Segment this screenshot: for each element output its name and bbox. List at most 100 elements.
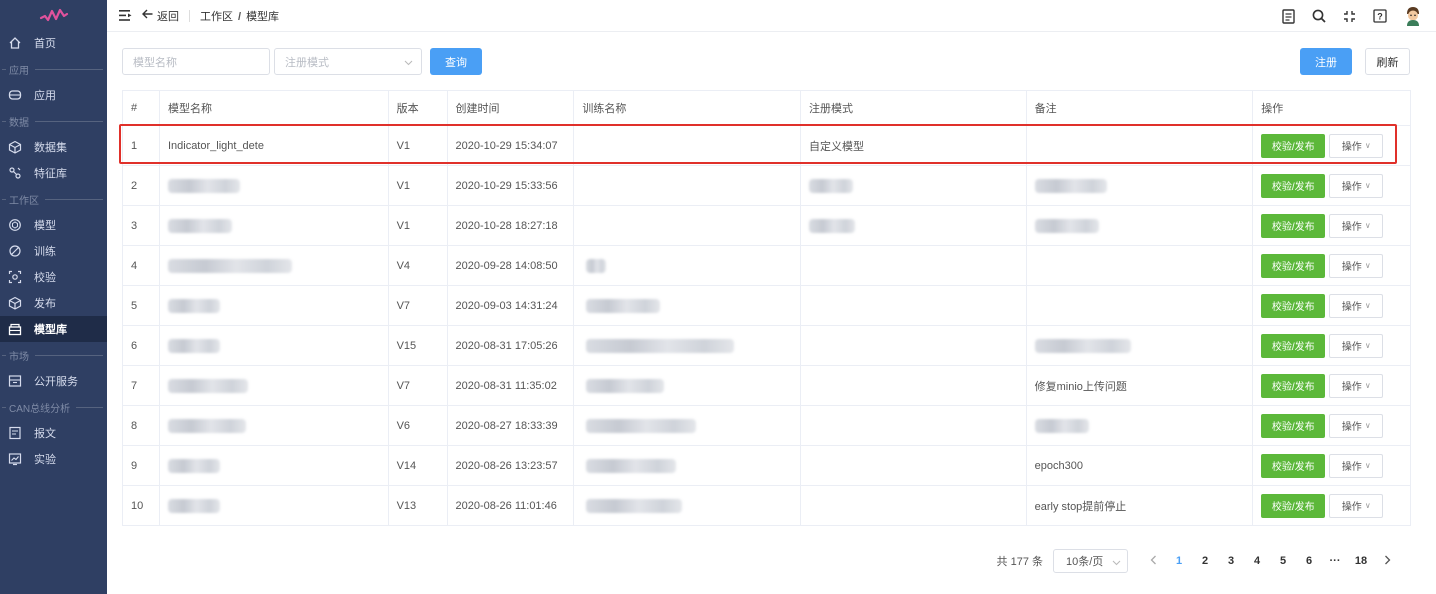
model-name-input[interactable]: 模型名称 bbox=[122, 48, 270, 75]
register-button[interactable]: 注册 bbox=[1300, 48, 1352, 75]
sidebar-item[interactable]: 报文 bbox=[0, 420, 107, 446]
group-divider bbox=[76, 406, 103, 408]
page-number[interactable]: 3 bbox=[1218, 555, 1244, 567]
breadcrumb-item-workspace[interactable]: 工作区 bbox=[200, 11, 233, 23]
table-cell: V15 bbox=[389, 326, 448, 365]
fullscreen-icon[interactable] bbox=[1343, 10, 1356, 23]
query-button[interactable]: 查询 bbox=[430, 48, 482, 75]
verify-publish-button[interactable]: 校验/发布 bbox=[1261, 253, 1326, 278]
sidebar: 首页 应用 应用 数据 数据集 特征库 工作区 模型 训练 校验 发布 模型库 市场 公开服务 CAN总线分… bbox=[0, 0, 107, 594]
back-button[interactable]: 返回 bbox=[142, 8, 179, 24]
table-row[interactable]: 8 V6 2020-08-27 18:33:39 校验/发布 操作 ∨ bbox=[123, 406, 1410, 446]
operation-label: 操作 bbox=[1341, 422, 1362, 433]
operation-dropdown[interactable]: 操作 ∨ bbox=[1329, 413, 1384, 438]
table-row[interactable]: 3 V1 2020-10-28 18:27:18 校验/发布 操作 ∨ bbox=[123, 206, 1410, 246]
page-number[interactable]: 4 bbox=[1244, 555, 1270, 567]
sidebar-item-label: 模型库 bbox=[34, 324, 67, 336]
table-row[interactable]: 5 V7 2020-09-03 14:31:24 校验/发布 操作 ∨ bbox=[123, 286, 1410, 326]
chevron-down-icon: ∨ bbox=[1364, 301, 1371, 310]
table-cell: 8 bbox=[123, 406, 160, 445]
model-library-icon bbox=[8, 322, 22, 336]
prev-page-button[interactable] bbox=[1140, 555, 1166, 568]
operation-dropdown[interactable]: 操作 ∨ bbox=[1329, 333, 1384, 358]
sidebar-item[interactable]: 模型 bbox=[0, 212, 107, 238]
logo-icon[interactable] bbox=[0, 0, 107, 30]
pagination: 共 177 条 10条/页 1 2 3 4 5 6 ··· 18 bbox=[997, 549, 1400, 573]
table-row[interactable]: 6 V15 2020-08-31 17:05:26 校验/发布 操作 ∨ bbox=[123, 326, 1410, 366]
help-icon[interactable]: ? bbox=[1373, 9, 1387, 23]
table-row[interactable]: 4 V4 2020-09-28 14:08:50 校验/发布 操作 ∨ bbox=[123, 246, 1410, 286]
table-row[interactable]: 10 V13 2020-08-26 11:01:46 early stop提前停止 校验… bbox=[123, 486, 1410, 526]
refresh-button[interactable]: 刷新 bbox=[1365, 48, 1410, 75]
table-row[interactable]: 2 V1 2020-10-29 15:33:56 校验/发布 操作 ∨ bbox=[123, 166, 1410, 206]
verify-publish-button[interactable]: 校验/发布 bbox=[1261, 493, 1326, 518]
feature-icon bbox=[8, 166, 22, 180]
page-number[interactable]: 1 bbox=[1166, 555, 1192, 567]
table-cell bbox=[160, 366, 389, 405]
verify-publish-button[interactable]: 校验/发布 bbox=[1261, 453, 1326, 478]
page-number[interactable]: 6 bbox=[1296, 555, 1322, 567]
sidebar-item[interactable]: 数据集 bbox=[0, 134, 107, 160]
page-number[interactable]: 18 bbox=[1348, 555, 1374, 567]
group-divider bbox=[2, 198, 6, 200]
table-cell: 10 bbox=[123, 486, 160, 525]
verify-publish-button[interactable]: 校验/发布 bbox=[1261, 333, 1326, 358]
operation-dropdown[interactable]: 操作 ∨ bbox=[1329, 133, 1384, 158]
operation-dropdown[interactable]: 操作 ∨ bbox=[1329, 373, 1384, 398]
svg-text:?: ? bbox=[1377, 12, 1383, 22]
top-bar: 返回 工作区 / 模型库 ? bbox=[107, 0, 1436, 32]
sidebar-item[interactable]: 训练 bbox=[0, 238, 107, 264]
sidebar-item[interactable]: 校验 bbox=[0, 264, 107, 290]
sidebar-item[interactable]: 模型库 bbox=[0, 316, 107, 342]
redacted-value bbox=[167, 218, 232, 233]
operation-dropdown[interactable]: 操作 ∨ bbox=[1329, 453, 1384, 478]
table-cell bbox=[801, 486, 1027, 525]
verify-publish-button[interactable]: 校验/发布 bbox=[1261, 293, 1326, 318]
sidebar-item[interactable]: 应用 bbox=[0, 82, 107, 108]
table-cell: 校验/发布 操作 ∨ bbox=[1253, 446, 1410, 485]
page-number[interactable]: 2 bbox=[1192, 555, 1218, 567]
table-cell: V14 bbox=[389, 446, 448, 485]
sidebar-item[interactable]: 发布 bbox=[0, 290, 107, 316]
publish-icon bbox=[8, 296, 22, 310]
sidebar-group-label: CAN总线分析 bbox=[0, 394, 107, 420]
page-number[interactable]: 5 bbox=[1270, 555, 1296, 567]
pagination-total: 共 177 条 bbox=[996, 556, 1043, 568]
sidebar-item[interactable]: 特征库 bbox=[0, 160, 107, 186]
menu-fold-icon[interactable] bbox=[119, 10, 132, 21]
register-mode-select[interactable]: 注册模式 bbox=[274, 48, 422, 75]
verify-publish-button[interactable]: 校验/发布 bbox=[1261, 373, 1326, 398]
table-cell bbox=[160, 486, 389, 525]
sidebar-item[interactable]: 首页 bbox=[0, 30, 107, 56]
next-page-button[interactable] bbox=[1374, 555, 1400, 568]
verify-publish-button[interactable]: 校验/发布 bbox=[1261, 173, 1326, 198]
operation-label: 操作 bbox=[1341, 262, 1362, 273]
table-row[interactable]: 9 V14 2020-08-26 13:23:57 epoch300 校验/发布 操作 ∨ bbox=[123, 446, 1410, 486]
redacted-value bbox=[586, 338, 735, 353]
column-header: 模型名称 bbox=[160, 91, 389, 125]
group-label: 工作区 bbox=[9, 195, 39, 207]
table-row[interactable]: 7 V7 2020-08-31 11:35:02 修复minio上传问题 校验/发布 操作… bbox=[123, 366, 1410, 406]
operation-dropdown[interactable]: 操作 ∨ bbox=[1329, 293, 1384, 318]
operation-dropdown[interactable]: 操作 ∨ bbox=[1329, 213, 1384, 238]
table-cell: 1 bbox=[123, 126, 160, 165]
table-cell: 校验/发布 操作 ∨ bbox=[1253, 166, 1410, 205]
action-buttons: 注册 刷新 bbox=[1300, 48, 1410, 75]
verify-publish-button[interactable]: 校验/发布 bbox=[1261, 213, 1326, 238]
operation-label: 操作 bbox=[1341, 222, 1362, 233]
verify-publish-button[interactable]: 校验/发布 bbox=[1261, 133, 1326, 158]
operation-dropdown[interactable]: 操作 ∨ bbox=[1329, 253, 1384, 278]
operation-dropdown[interactable]: 操作 ∨ bbox=[1329, 493, 1384, 518]
search-icon[interactable] bbox=[1312, 9, 1326, 23]
verify-publish-button[interactable]: 校验/发布 bbox=[1261, 413, 1326, 438]
sidebar-item[interactable]: 公开服务 bbox=[0, 368, 107, 394]
table-row[interactable]: 1 Indicator_light_dete V1 2020-10-29 15:34:… bbox=[123, 126, 1410, 166]
document-icon[interactable] bbox=[1282, 8, 1295, 24]
train-icon bbox=[8, 244, 22, 258]
table-cell: 2020-08-26 11:01:46 bbox=[448, 486, 575, 525]
page-ellipsis[interactable]: ··· bbox=[1322, 555, 1348, 567]
operation-dropdown[interactable]: 操作 ∨ bbox=[1329, 173, 1384, 198]
page-size-select[interactable]: 10条/页 bbox=[1053, 549, 1128, 573]
avatar-icon[interactable] bbox=[1404, 6, 1422, 26]
sidebar-item[interactable]: 实验 bbox=[0, 446, 107, 472]
